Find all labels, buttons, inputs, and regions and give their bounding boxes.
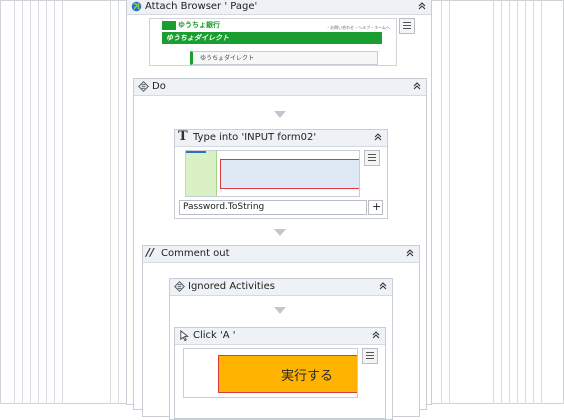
text-input-value: Password.ToString bbox=[183, 202, 265, 212]
ignored-activities-title: Ignored Activities bbox=[188, 281, 275, 292]
hamburger-menu-icon[interactable] bbox=[364, 150, 380, 166]
add-expression-button[interactable]: + bbox=[368, 200, 383, 215]
hamburger-menu-icon[interactable] bbox=[362, 348, 378, 364]
type-into-activity[interactable]: T Type into 'INPUT form02' Password.ToSt… bbox=[174, 129, 388, 219]
mouse-pointer-icon bbox=[180, 330, 189, 341]
guide-line bbox=[493, 0, 494, 404]
bank-logo-text: ゆうちょ銀行 bbox=[178, 21, 220, 29]
comment-out-title: Comment out bbox=[161, 248, 230, 259]
ignored-activities-header[interactable]: Ignored Activities bbox=[170, 279, 392, 296]
browser-page-preview: ゆうちょ銀行 ・お問い合わせ・ヘルプ・ホームへ ゆうちょダイレクト ゆうちょダイ… bbox=[149, 18, 397, 66]
guide-line bbox=[14, 0, 15, 404]
drop-arrow-icon bbox=[274, 229, 286, 236]
bank-nav-links: ・お問い合わせ・ヘルプ・ホームへ bbox=[326, 25, 390, 30]
sequence-icon bbox=[138, 81, 149, 92]
click-title: Click 'A ' bbox=[193, 330, 236, 341]
guide-line bbox=[525, 0, 526, 404]
do-sequence-header[interactable]: Do bbox=[134, 79, 426, 96]
guide-line bbox=[501, 0, 502, 404]
guide-line bbox=[22, 0, 23, 404]
bank-logo-icon bbox=[162, 21, 176, 30]
guide-line bbox=[509, 0, 510, 404]
do-sequence-activity[interactable]: Do T Type into 'INPUT form02' Password.T… bbox=[133, 78, 427, 420]
text-type-icon: T bbox=[178, 129, 188, 144]
guide-line bbox=[441, 0, 442, 404]
preview-blue-accent bbox=[186, 151, 206, 153]
guide-line bbox=[54, 0, 55, 404]
do-sequence-title: Do bbox=[152, 81, 166, 92]
drop-arrow-icon bbox=[274, 111, 286, 118]
guide-line bbox=[449, 0, 450, 404]
click-activity[interactable]: Click 'A ' 実行する bbox=[174, 327, 386, 419]
bank-breadcrumb: ゆうちょダイレクト bbox=[200, 55, 255, 62]
guide-line bbox=[110, 0, 111, 404]
comment-out-header[interactable]: // Comment out bbox=[143, 246, 419, 263]
comment-out-activity[interactable]: // Comment out Ignored Activities Click … bbox=[142, 245, 420, 420]
execute-button-preview: 実行する bbox=[218, 355, 357, 393]
sequence-icon bbox=[174, 281, 185, 292]
collapse-chevron-icon[interactable] bbox=[417, 1, 427, 11]
guide-line bbox=[533, 0, 534, 404]
collapse-chevron-icon[interactable] bbox=[378, 281, 388, 291]
type-into-title: Type into 'INPUT form02' bbox=[193, 132, 317, 143]
guide-line bbox=[118, 0, 119, 404]
collapse-chevron-icon[interactable] bbox=[405, 248, 415, 258]
attach-browser-activity[interactable]: Attach Browser ' Page' ゆうちょ銀行 ・お問い合わせ・ヘル… bbox=[126, 0, 432, 420]
click-header[interactable]: Click 'A ' bbox=[175, 328, 385, 345]
guide-line bbox=[541, 0, 542, 404]
click-target-preview: 実行する bbox=[183, 348, 358, 398]
guide-line bbox=[38, 0, 39, 404]
guide-line bbox=[46, 0, 47, 404]
preview-input-highlight bbox=[220, 159, 359, 189]
globe-icon bbox=[131, 1, 142, 12]
target-element-preview bbox=[185, 150, 360, 197]
guide-line bbox=[62, 0, 63, 404]
preview-green-panel bbox=[186, 151, 217, 196]
ignored-activities-sequence[interactable]: Ignored Activities Click 'A ' 実行する bbox=[169, 278, 393, 420]
collapse-chevron-icon[interactable] bbox=[371, 330, 381, 340]
collapse-chevron-icon[interactable] bbox=[373, 132, 383, 142]
attach-browser-header[interactable]: Attach Browser ' Page' bbox=[127, 0, 431, 15]
text-input-field[interactable]: Password.ToString bbox=[179, 200, 367, 215]
collapse-chevron-icon[interactable] bbox=[412, 81, 422, 91]
guide-line bbox=[30, 0, 31, 404]
add-icon: + bbox=[372, 200, 382, 213]
execute-button-label: 実行する bbox=[281, 369, 334, 384]
drop-arrow-icon bbox=[274, 307, 286, 314]
guide-line bbox=[517, 0, 518, 404]
attach-browser-title: Attach Browser ' Page' bbox=[145, 1, 258, 12]
type-into-header[interactable]: T Type into 'INPUT form02' bbox=[175, 129, 387, 147]
hamburger-menu-icon[interactable] bbox=[399, 18, 415, 34]
bank-brand-banner: ゆうちょダイレクト bbox=[166, 34, 229, 42]
comment-slash-icon: // bbox=[146, 246, 155, 259]
